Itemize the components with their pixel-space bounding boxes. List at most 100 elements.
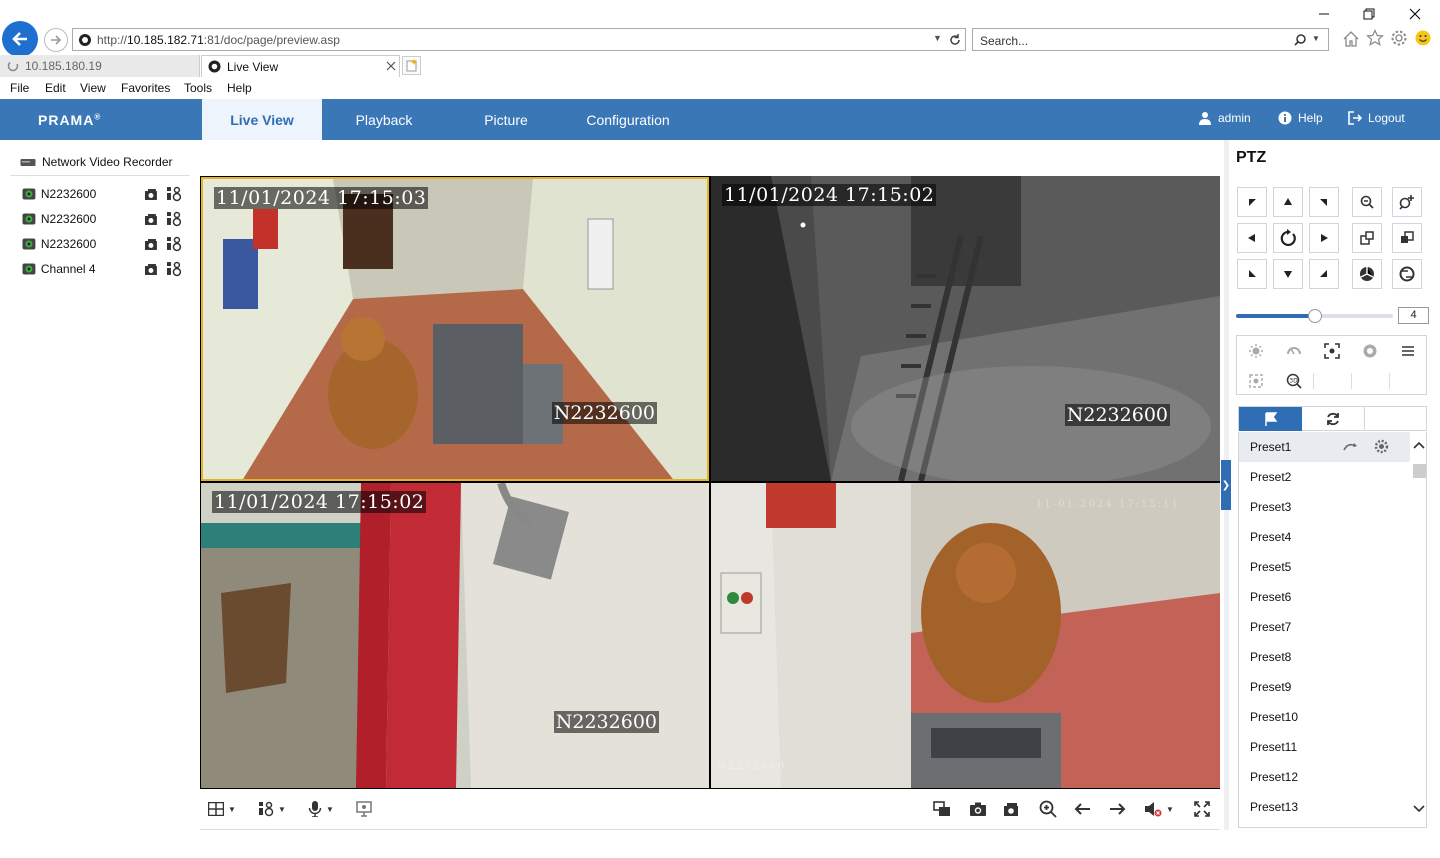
search-dropdown-icon[interactable]: ▼ — [1312, 34, 1320, 43]
preset-item[interactable]: Preset11 — [1239, 732, 1410, 762]
ptz-auto-scan-button[interactable] — [1273, 223, 1303, 253]
user-menu[interactable]: admin — [1198, 111, 1251, 125]
close-window-button[interactable] — [1405, 4, 1425, 24]
auxiliary-focus-button[interactable] — [1313, 336, 1351, 365]
video-tile-1[interactable]: 11/01/2024 17:15:03 N2232600 — [201, 177, 709, 481]
channel-item[interactable]: N2232600 — [22, 236, 182, 252]
close-tab-icon[interactable] — [386, 61, 396, 71]
focus-far-button[interactable] — [1392, 223, 1422, 253]
nvr-root[interactable]: Network Video Recorder — [20, 155, 173, 169]
ptz-up-right-button[interactable] — [1309, 187, 1339, 217]
dropdown-icon[interactable]: ▼ — [933, 33, 942, 43]
menu-edit[interactable]: Edit — [45, 81, 66, 95]
preset-item[interactable]: Preset6 — [1239, 582, 1410, 612]
channel-item[interactable]: Channel 4 — [22, 261, 182, 277]
tab-configuration[interactable]: Configuration — [568, 99, 688, 140]
tab-patrol[interactable] — [1302, 407, 1365, 431]
preset-item[interactable]: Preset12 — [1239, 762, 1410, 792]
tab-pattern[interactable] — [1365, 407, 1428, 431]
ptz-down-left-button[interactable] — [1237, 259, 1267, 289]
3d-zoom-button[interactable]: 3D — [1275, 366, 1313, 395]
preset-item[interactable]: Preset8 — [1239, 642, 1410, 672]
menu-help[interactable]: Help — [227, 81, 252, 95]
browser-tab-2[interactable]: Live View — [201, 55, 400, 77]
menu-file[interactable]: File — [10, 81, 29, 95]
preset-item[interactable]: Preset3 — [1239, 492, 1410, 522]
favorites-star-icon[interactable] — [1366, 29, 1384, 47]
preset-item[interactable]: Preset7 — [1239, 612, 1410, 642]
minimize-button[interactable] — [1314, 4, 1334, 24]
light-button[interactable] — [1237, 336, 1275, 365]
window-layout-button[interactable]: ▼ — [208, 798, 236, 820]
start-all-live-button[interactable] — [356, 798, 372, 820]
scrollbar-thumb[interactable] — [1413, 464, 1426, 478]
record-icon[interactable] — [144, 263, 160, 276]
iris-open-button[interactable] — [1352, 259, 1382, 289]
lens-init-button[interactable] — [1351, 336, 1389, 365]
live-preview-icon[interactable] — [166, 211, 182, 227]
new-tab-button[interactable] — [402, 56, 421, 75]
volume-button[interactable]: ▼ — [1144, 798, 1174, 820]
menu-tools[interactable]: Tools — [184, 81, 212, 95]
home-icon[interactable] — [1342, 30, 1360, 48]
chevron-up-icon[interactable] — [1413, 440, 1425, 450]
tab-picture[interactable]: Picture — [446, 99, 566, 140]
chevron-down-icon[interactable] — [1413, 804, 1425, 814]
ptz-right-button[interactable] — [1309, 223, 1339, 253]
call-preset-icon[interactable] — [1343, 440, 1359, 454]
forward-button[interactable] — [44, 28, 68, 52]
preset-item[interactable]: Preset2 — [1239, 462, 1410, 492]
refresh-icon[interactable] — [948, 33, 962, 47]
gear-icon[interactable] — [1374, 439, 1389, 454]
fullscreen-button[interactable] — [1194, 798, 1210, 820]
ptz-up-left-button[interactable] — [1237, 187, 1267, 217]
stop-all-button[interactable] — [933, 798, 951, 820]
menu-view[interactable]: View — [80, 81, 106, 95]
record-icon[interactable] — [144, 188, 160, 201]
iris-close-button[interactable] — [1392, 259, 1422, 289]
record-icon[interactable] — [144, 213, 160, 226]
ptz-down-right-button[interactable] — [1309, 259, 1339, 289]
live-preview-icon[interactable] — [166, 261, 182, 277]
video-tile-4[interactable]: 11-01-2024 17:15:11 N2232600 — [711, 483, 1220, 788]
preset-item[interactable]: Preset4 — [1239, 522, 1410, 552]
record-icon[interactable] — [144, 238, 160, 251]
manual-tracking-button[interactable] — [1237, 366, 1275, 395]
zoom-in-button[interactable] — [1392, 187, 1422, 217]
audio-talk-button[interactable]: ▼ — [308, 798, 334, 820]
back-button[interactable] — [2, 21, 38, 57]
channel-item[interactable]: N2232600 — [22, 186, 182, 202]
tab-live-view[interactable]: Live View — [202, 99, 322, 140]
preset-item[interactable]: Preset5 — [1239, 552, 1410, 582]
preset-scrollbar[interactable] — [1411, 432, 1426, 827]
ptz-down-button[interactable] — [1273, 259, 1303, 289]
focus-near-button[interactable] — [1352, 223, 1382, 253]
search-icon[interactable] — [1293, 33, 1307, 47]
ptz-up-button[interactable] — [1273, 187, 1303, 217]
tab-playback[interactable]: Playback — [324, 99, 444, 140]
preset-item[interactable]: Preset1 — [1239, 432, 1410, 462]
video-tile-3[interactable]: 11/01/2024 17:15:02 N2232600 — [201, 483, 709, 788]
preset-item[interactable]: Preset10 — [1239, 702, 1410, 732]
next-page-button[interactable] — [1109, 798, 1127, 820]
browser-tab-1[interactable]: 10.185.180.19 — [0, 55, 200, 77]
zoom-out-button[interactable] — [1352, 187, 1382, 217]
preset-item[interactable]: Preset13 — [1239, 792, 1410, 822]
live-preview-icon[interactable] — [166, 186, 182, 202]
digital-zoom-button[interactable] — [1039, 798, 1057, 820]
preset-item[interactable]: Preset9 — [1239, 672, 1410, 702]
more-menu-button[interactable] — [1389, 336, 1427, 365]
live-preview-icon[interactable] — [166, 236, 182, 252]
address-bar[interactable]: http://10.185.182.71:81/doc/page/preview… — [72, 28, 966, 51]
restore-button[interactable] — [1359, 4, 1379, 24]
menu-favorites[interactable]: Favorites — [121, 81, 170, 95]
logout-link[interactable]: Logout — [1348, 111, 1405, 125]
capture-button[interactable] — [969, 798, 987, 820]
help-link[interactable]: Help — [1278, 111, 1323, 125]
video-tile-2[interactable]: 11/01/2024 17:15:02 N2232600 — [711, 176, 1220, 481]
feedback-smiley-icon[interactable] — [1414, 29, 1432, 47]
wiper-button[interactable] — [1275, 336, 1313, 365]
settings-gear-icon[interactable] — [1390, 29, 1408, 47]
channel-item[interactable]: N2232600 — [22, 211, 182, 227]
search-input[interactable]: Search... ▼ — [972, 28, 1329, 51]
